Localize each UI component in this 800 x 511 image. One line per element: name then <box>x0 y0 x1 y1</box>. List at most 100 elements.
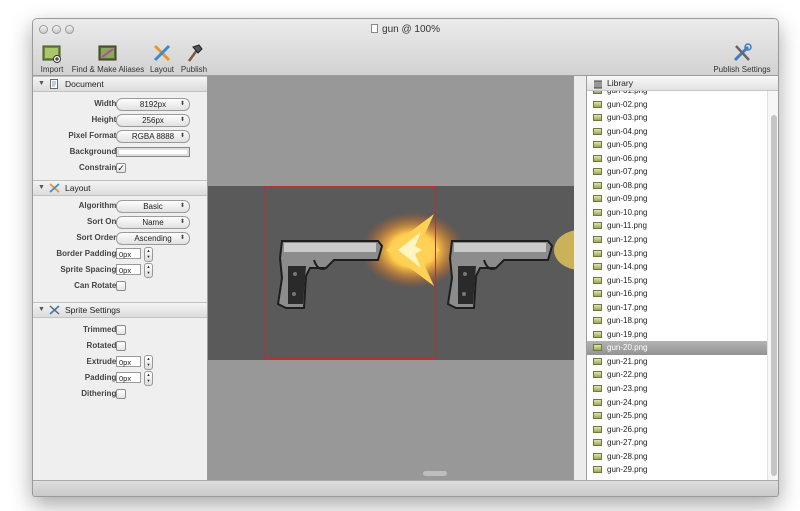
padding-label: Padding: <box>84 373 119 382</box>
sort-order-value: Ascending <box>134 234 172 243</box>
library-item-label: gun-20.png <box>607 343 648 353</box>
checkmark-icon: ✓ <box>117 163 125 173</box>
pixel-format-value: RGBA 8888 <box>131 132 175 141</box>
padding-field[interactable]: 0px <box>116 372 141 383</box>
import-button[interactable]: Import <box>37 43 67 74</box>
width-popup[interactable]: 8192px ⬍ <box>116 98 190 111</box>
library-item-label: gun-28.png <box>607 451 648 461</box>
extrude-stepper[interactable]: ▲ ▼ <box>144 355 153 370</box>
trimmed-checkbox[interactable] <box>116 325 126 335</box>
library-item[interactable]: gun-02.png <box>587 98 767 112</box>
disclosure-triangle-icon[interactable]: ▼ <box>38 181 45 195</box>
padding-stepper[interactable]: ▲ ▼ <box>144 371 153 386</box>
height-popup[interactable]: 256px ⬍ <box>116 114 190 127</box>
constrain-checkbox[interactable]: ✓ <box>116 163 126 173</box>
library-item[interactable]: gun-24.png <box>587 396 767 410</box>
library-item[interactable]: gun-25.png <box>587 409 767 423</box>
background-row: Background: <box>33 146 207 159</box>
library-item[interactable]: gun-03.png <box>587 111 767 125</box>
library-item[interactable]: gun-23.png <box>587 382 767 396</box>
hammer-icon <box>187 44 203 62</box>
library-item[interactable]: gun-22.png <box>587 368 767 382</box>
tools-icon <box>733 43 752 62</box>
sprite-settings-section-header[interactable]: ▼ Sprite Settings <box>33 302 207 318</box>
library-item[interactable]: gun-21.png <box>587 355 767 369</box>
library-item[interactable]: gun-20.png <box>587 341 767 355</box>
library-item[interactable]: gun-11.png <box>587 219 767 233</box>
window-title-text: gun @ 100% <box>382 24 440 35</box>
library-item[interactable]: gun-27.png <box>587 436 767 450</box>
sort-order-popup[interactable]: Ascending ⬍ <box>116 232 190 245</box>
rotated-checkbox[interactable] <box>116 341 126 351</box>
library-item[interactable]: gun-08.png <box>587 179 767 193</box>
library-item[interactable]: gun-09.png <box>587 192 767 206</box>
sprite-spacing-label: Sprite Spacing: <box>60 265 119 274</box>
padding-row: Padding: 0px ▲ ▼ <box>33 371 207 386</box>
library-item[interactable]: gun-19.png <box>587 328 767 342</box>
extrude-label: Extrude: <box>86 357 119 366</box>
sprite-spacing-field[interactable]: 0px <box>116 264 141 275</box>
library-scrollbar[interactable] <box>767 91 778 480</box>
sprite-canvas[interactable] <box>208 76 574 480</box>
layout-button[interactable]: Layout <box>148 43 176 74</box>
library-item-label: gun-04.png <box>607 126 648 136</box>
library-item[interactable]: gun-12.png <box>587 233 767 247</box>
border-padding-field[interactable]: 0px <box>116 248 141 259</box>
library-item[interactable]: gun-05.png <box>587 138 767 152</box>
image-thumbnail-icon <box>593 208 602 216</box>
publish-settings-button[interactable]: Publish Settings <box>711 43 773 74</box>
sort-on-value: Name <box>142 218 164 227</box>
library-item-label: gun-08.png <box>607 180 648 190</box>
library-item[interactable]: gun-14.png <box>587 260 767 274</box>
updown-arrows-icon: ⬍ <box>179 203 185 209</box>
sort-on-label: Sort On: <box>87 217 119 226</box>
dithering-checkbox[interactable] <box>116 389 126 399</box>
image-thumbnail-icon <box>593 344 602 352</box>
can-rotate-row: Can Rotate: <box>33 280 207 293</box>
library-item[interactable]: gun-07.png <box>587 165 767 179</box>
algorithm-popup[interactable]: Basic ⬍ <box>116 200 190 213</box>
can-rotate-checkbox[interactable] <box>116 281 126 291</box>
library-item[interactable]: gun-04.png <box>587 125 767 139</box>
library-item[interactable]: gun-10.png <box>587 206 767 220</box>
sort-on-popup[interactable]: Name ⬍ <box>116 216 190 229</box>
gun-sprite-2[interactable] <box>446 230 574 309</box>
layout-section-header[interactable]: ▼ Layout <box>33 180 207 196</box>
background-color-well[interactable] <box>116 147 190 157</box>
library-item[interactable]: gun-26.png <box>587 423 767 437</box>
library-item[interactable]: gun-16.png <box>587 287 767 301</box>
publish-settings-label: Publish Settings <box>713 65 771 74</box>
library-item[interactable]: gun-28.png <box>587 450 767 464</box>
library-item-label: gun-03.png <box>607 113 648 123</box>
sprite-spacing-stepper[interactable]: ▲ ▼ <box>144 263 153 278</box>
toolbar: gun @ 100% Import Find & Make Aliases La… <box>33 19 778 76</box>
library-item[interactable]: gun-06.png <box>587 152 767 166</box>
library-item[interactable]: gun-29.png <box>587 463 767 477</box>
library-item[interactable]: gun-18.png <box>587 314 767 328</box>
document-section: Width: 8192px ⬍ Height: 256px ⬍ Pixel Form… <box>33 92 207 180</box>
library-item[interactable]: gun-15.png <box>587 274 767 288</box>
library-item[interactable]: gun-17.png <box>587 301 767 315</box>
trimmed-label: Trimmed: <box>82 325 119 334</box>
document-icon <box>49 79 60 89</box>
disclosure-triangle-icon[interactable]: ▼ <box>38 77 45 91</box>
horizontal-scrollbar[interactable] <box>423 471 447 476</box>
window-title: gun @ 100% <box>33 24 778 35</box>
image-thumbnail-icon <box>593 303 602 311</box>
sort-order-row: Sort Order: Ascending ⬍ <box>33 232 207 245</box>
library-item[interactable]: gun-13.png <box>587 247 767 261</box>
document-section-header[interactable]: ▼ Document <box>33 76 207 92</box>
pixel-format-popup[interactable]: RGBA 8888 ⬍ <box>116 130 190 143</box>
updown-arrows-icon: ⬍ <box>179 117 185 123</box>
library-item-label: gun-16.png <box>607 289 648 299</box>
publish-button[interactable]: Publish <box>179 43 209 74</box>
border-padding-stepper[interactable]: ▲ ▼ <box>144 247 153 262</box>
extrude-field[interactable]: 0px <box>116 356 141 367</box>
selected-sprite-outline <box>264 186 436 359</box>
disclosure-triangle-icon[interactable]: ▼ <box>38 303 45 317</box>
layout-icon <box>153 44 171 62</box>
library-list: gun-01.pnggun-02.pnggun-03.pnggun-04.png… <box>587 84 767 477</box>
layout-icon <box>49 183 60 193</box>
library-scroll-knob[interactable] <box>771 115 777 476</box>
find-make-aliases-button[interactable]: Find & Make Aliases <box>69 43 147 74</box>
